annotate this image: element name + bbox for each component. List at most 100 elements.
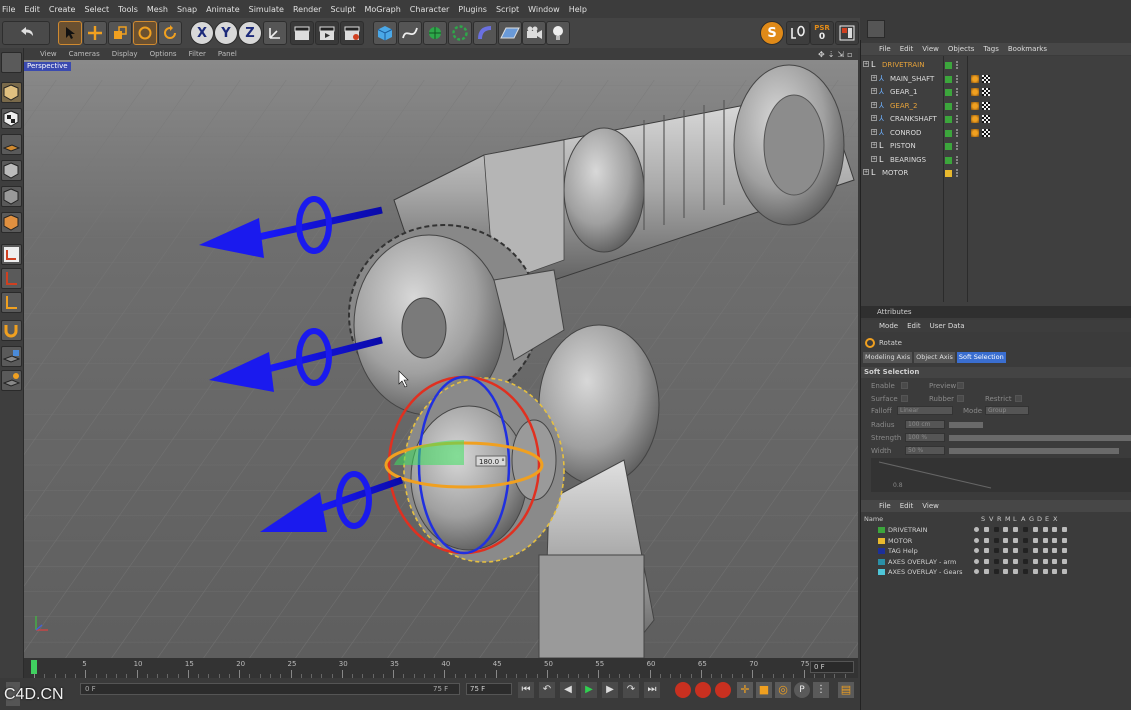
layer-color-swatch[interactable]: [945, 170, 952, 177]
menu-mesh[interactable]: Mesh: [147, 5, 168, 14]
layer-toggle-icon[interactable]: [1003, 569, 1009, 574]
viewport-menu-panel[interactable]: Panel: [218, 50, 237, 58]
tab-soft-selection[interactable]: Soft Selection: [956, 352, 1006, 363]
layer-row[interactable]: TAG Help: [861, 546, 1131, 556]
move-tool-button[interactable]: [83, 21, 107, 45]
rotate-tool-button[interactable]: [133, 21, 157, 45]
render-view-button[interactable]: [290, 21, 314, 45]
layer-toggle-icon[interactable]: [1052, 537, 1058, 543]
z-axis-lock-button[interactable]: Z: [238, 21, 262, 45]
expand-toggle-icon[interactable]: +: [863, 61, 869, 67]
layer-toggle-icon[interactable]: [1013, 537, 1019, 543]
move-down-icon[interactable]: ⇣: [828, 50, 835, 59]
layer-column-x[interactable]: X: [1053, 515, 1057, 523]
visibility-dots-icon[interactable]: [956, 115, 959, 123]
attributes-menu-mode[interactable]: Mode: [879, 322, 898, 330]
visibility-dots-icon[interactable]: [956, 101, 959, 110]
menu-select[interactable]: Select: [84, 5, 109, 14]
next-frame-icon[interactable]: ▶: [602, 682, 618, 698]
material-tag-icon[interactable]: [971, 74, 979, 83]
camera-button[interactable]: [522, 21, 546, 45]
expand-toggle-icon[interactable]: +: [871, 101, 877, 108]
menu-create[interactable]: Create: [49, 5, 76, 14]
layer-color-swatch[interactable]: [945, 143, 952, 150]
layer-toggle-icon[interactable]: [983, 558, 989, 564]
current-frame-field[interactable]: 0 F: [810, 661, 854, 673]
layer-toggle-icon[interactable]: [1003, 537, 1009, 543]
surface-checkbox[interactable]: [901, 395, 908, 402]
falloff-dropdown[interactable]: Linear: [897, 406, 953, 415]
tab-modeling-axis[interactable]: Modeling Axis: [863, 352, 913, 363]
layer-toggle-icon[interactable]: [1023, 537, 1028, 543]
layer-toggle-icon[interactable]: [993, 558, 999, 564]
points-mode-button[interactable]: [1, 160, 22, 181]
layer-color-swatch[interactable]: [878, 537, 885, 544]
rubber-checkbox[interactable]: [957, 395, 964, 402]
tab-object-axis[interactable]: Object Axis: [914, 352, 955, 363]
menu-animate[interactable]: Animate: [206, 5, 240, 14]
go-to-start-icon[interactable]: ⏮: [518, 682, 534, 698]
planar-workplane-button[interactable]: [1, 370, 22, 391]
object-row[interactable]: + ⅄ GEAR_2: [861, 100, 1131, 113]
restrict-checkbox[interactable]: [1015, 395, 1022, 402]
edges-mode-button[interactable]: [1, 186, 22, 207]
checker-tag-icon[interactable]: [982, 128, 990, 137]
object-row[interactable]: + ⅄ CONROD: [861, 127, 1131, 140]
layer-toggle-icon[interactable]: [1062, 558, 1068, 564]
objects-menu-file[interactable]: File: [879, 45, 891, 53]
layer-color-swatch[interactable]: [945, 116, 952, 123]
expand-toggle-icon[interactable]: +: [871, 74, 877, 81]
layer-toggle-icon[interactable]: [974, 537, 979, 543]
layer-toggle-icon[interactable]: [1062, 569, 1068, 574]
menu-simulate[interactable]: Simulate: [249, 5, 284, 14]
visibility-dots-icon[interactable]: [956, 169, 959, 177]
scene-floor-button[interactable]: [498, 21, 522, 45]
layer-toggle-icon[interactable]: [1032, 558, 1038, 564]
checker-tag-icon[interactable]: [982, 101, 990, 110]
layer-toggle-icon[interactable]: [993, 548, 999, 553]
viewport-menu-options[interactable]: Options: [150, 50, 177, 58]
preview-checkbox[interactable]: [957, 382, 964, 389]
layer-color-swatch[interactable]: [945, 62, 952, 69]
timeline-window-icon[interactable]: ▤: [838, 682, 854, 698]
autokey-icon[interactable]: [695, 682, 711, 698]
menu-plugins[interactable]: Plugins: [458, 5, 487, 14]
layer-toggle-icon[interactable]: [1042, 569, 1048, 574]
deformer-button[interactable]: [473, 21, 497, 45]
layer-toggle-icon[interactable]: [983, 527, 989, 532]
layout-switch-button[interactable]: [867, 20, 885, 38]
layer-toggle-icon[interactable]: [1052, 558, 1058, 564]
visibility-dots-icon[interactable]: [956, 74, 959, 83]
layer-toggle-icon[interactable]: [1003, 527, 1009, 532]
layer-column-l[interactable]: L: [1013, 515, 1017, 523]
key-position-icon[interactable]: ✛: [737, 682, 753, 698]
recent-tool-button[interactable]: [158, 21, 182, 45]
visibility-dots-icon[interactable]: [956, 128, 959, 137]
render-settings-button[interactable]: [340, 21, 364, 45]
layer-toggle-icon[interactable]: [974, 569, 979, 574]
menu-window[interactable]: Window: [528, 5, 560, 14]
cube-primitive-button[interactable]: [373, 21, 397, 45]
visibility-dots-icon[interactable]: [956, 142, 959, 150]
material-tag-icon[interactable]: [971, 101, 979, 110]
layer-toggle-icon[interactable]: [993, 527, 999, 532]
layer-toggle-icon[interactable]: [1023, 569, 1028, 574]
layer-color-swatch[interactable]: [945, 102, 952, 110]
layer-toggle-icon[interactable]: [993, 537, 999, 543]
width-slider[interactable]: [949, 448, 1119, 454]
light-button[interactable]: [546, 21, 570, 45]
layer-row[interactable]: DRIVETRAIN: [861, 525, 1131, 535]
layers-menu-edit[interactable]: Edit: [900, 502, 914, 510]
model-mode-button[interactable]: [1, 82, 22, 103]
layer-color-swatch[interactable]: [945, 129, 952, 137]
layer-toggle-icon[interactable]: [974, 558, 979, 564]
polygons-mode-button[interactable]: [1, 212, 22, 233]
layer-toggle-icon[interactable]: [1013, 527, 1019, 532]
layer-column-a[interactable]: A: [1021, 515, 1025, 523]
layer-toggle-icon[interactable]: [1062, 548, 1068, 553]
layer-toggle-icon[interactable]: [983, 569, 989, 574]
layer-toggle-icon[interactable]: [974, 527, 979, 532]
objects-menu-view[interactable]: View: [922, 45, 939, 53]
layer-toggle-icon[interactable]: [1013, 569, 1019, 574]
layer-toggle-icon[interactable]: [1042, 558, 1048, 564]
